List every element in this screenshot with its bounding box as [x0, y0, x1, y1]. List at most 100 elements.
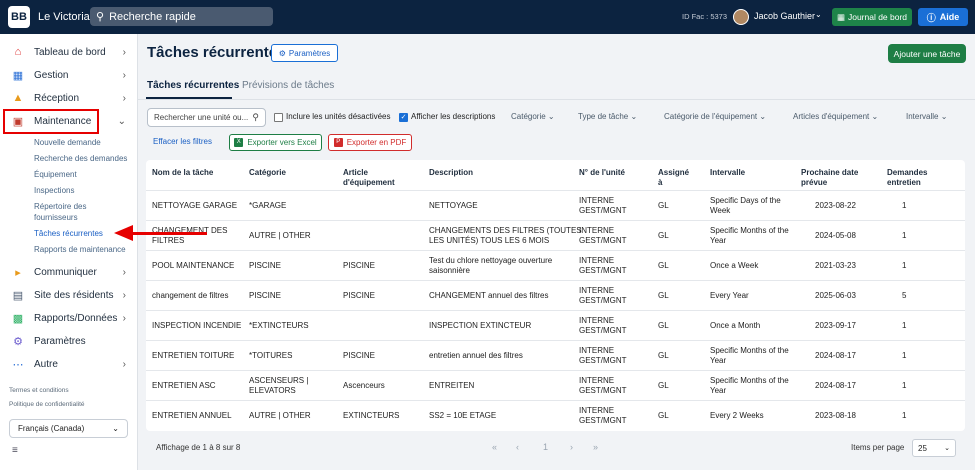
column-header-requests[interactable]: Demandes entretien	[887, 168, 927, 188]
column-header-interval[interactable]: Intervalle	[710, 168, 745, 178]
task-type-dropdown[interactable]: Type de tâche ⌄	[578, 112, 637, 121]
table-row[interactable]: INSPECTION INCENDIE *EXTINCTEURS INSPECTIO…	[146, 310, 965, 340]
cell-text: Specific Months of the	[710, 375, 789, 385]
property-name[interactable]: Le Victoria	[38, 11, 90, 23]
cell-equipment-item: Ascenceurs	[343, 381, 385, 391]
equipment-category-dropdown-label: Catégorie de l'équipement	[664, 112, 758, 121]
chevron-right-icon: ›	[122, 46, 126, 58]
cell-text: entretien annuel des filtres	[429, 350, 523, 360]
column-header-description[interactable]: Description	[429, 168, 473, 178]
cell-text: 2023-08-22	[815, 200, 856, 210]
table-row[interactable]: CHANGEMENT DES FILTRES AUTRE | OTHER CHANGE…	[146, 220, 965, 250]
sidebar-item-residents-site[interactable]: ▤ Site des résidents ›	[0, 284, 138, 306]
first-page-icon[interactable]: «	[492, 442, 497, 452]
sidebar-item-communiquer[interactable]: ▸ Communiquer ›	[0, 261, 138, 283]
last-page-icon[interactable]: »	[593, 442, 598, 452]
table-row[interactable]: POOL MAINTENANCE PISCINE PISCINE Test du ch…	[146, 250, 965, 280]
cell-text: CHANGEMENT annuel des filtres	[429, 290, 549, 300]
avatar[interactable]	[733, 9, 749, 25]
sidebar-item-reports[interactable]: ▩ Rapports/Données ›	[0, 307, 138, 329]
tab-recurring-tasks[interactable]: Tâches récurrentes	[147, 80, 239, 91]
column-header-text: Prochaine date	[801, 168, 859, 177]
cell-next-date: 2023-08-22	[815, 201, 856, 211]
chevron-down-icon: ⌄	[117, 115, 126, 127]
chevron-down-icon[interactable]: ⌄	[815, 10, 822, 19]
sidebar-item-label: Site des résidents	[34, 289, 114, 301]
unit-search-input[interactable]: Rechercher une unité ou... ⚲	[147, 108, 266, 127]
cell-requests: 5	[902, 291, 906, 301]
subnav-maintenance-reports[interactable]: Rapports de maintenance	[34, 245, 126, 254]
table-row[interactable]: changement de filtres PISCINE PISCINE CHANG…	[146, 280, 965, 310]
sidebar-item-dashboard[interactable]: ⌂ Tableau de bord ›	[0, 41, 138, 63]
add-task-button[interactable]: Ajouter une tâche	[888, 44, 966, 63]
equipment-items-dropdown-label: Articles d'équipement	[793, 112, 870, 121]
tab-task-forecast[interactable]: Prévisions de tâches	[242, 80, 334, 91]
cell-text: INTERNE	[579, 225, 615, 235]
journal-button[interactable]: ▦ Journal de bord	[832, 8, 912, 26]
table-row[interactable]: ENTRETIEN TOITURE *TOITURES PISCINE entreti…	[146, 340, 965, 370]
table-row[interactable]: NETTOYAGE GARAGE *GARAGE NETTOYAGE INTERNE G…	[146, 190, 965, 220]
cell-text: GL	[658, 320, 669, 330]
terms-link[interactable]: Termes et conditions	[9, 387, 69, 394]
sidebar-item-label: Tableau de bord	[34, 46, 106, 58]
column-header-text: d'équipement	[343, 178, 395, 187]
subnav-inspections[interactable]: Inspections	[34, 186, 74, 195]
interval-dropdown[interactable]: Intervalle ⌄	[906, 112, 947, 121]
column-header-equipment-item[interactable]: Article d'équipement	[343, 168, 395, 188]
subnav-supplier-directory-line2[interactable]: fournisseurs	[34, 213, 78, 222]
cell-next-date: 2024-08-17	[815, 351, 856, 361]
column-header-task-name[interactable]: Nom de la tâche	[152, 168, 213, 178]
next-page-icon[interactable]: ›	[570, 442, 573, 452]
subnav-search-requests[interactable]: Recherche des demandes	[34, 154, 127, 163]
sidebar-item-settings[interactable]: ⚙ Paramètres	[0, 330, 138, 352]
column-header-category[interactable]: Catégorie	[249, 168, 286, 178]
sidebar-item-reception[interactable]: ▲ Réception ›	[0, 87, 138, 109]
subnav-new-request[interactable]: Nouvelle demande	[34, 138, 101, 147]
include-disabled-label: Inclure les unités désactivées	[286, 112, 391, 121]
show-descriptions-checkbox[interactable]: ✓	[399, 113, 408, 122]
help-button[interactable]: ⓘ Aide	[918, 8, 968, 26]
subnav-recurring-tasks[interactable]: Tâches récurrentes	[34, 229, 103, 238]
current-page[interactable]: 1	[543, 442, 548, 452]
include-disabled-checkbox[interactable]	[274, 113, 283, 122]
user-name[interactable]: Jacob Gauthier	[754, 11, 815, 21]
cell-text: PISCINE	[343, 260, 376, 270]
privacy-link[interactable]: Politique de confidentialité	[9, 401, 85, 408]
cell-text: 2024-05-08	[815, 230, 856, 240]
table-row[interactable]: ENTRETIEN ANNUEL AUTRE | OTHER EXTINCTEURS…	[146, 400, 965, 430]
subnav-supplier-directory[interactable]: Répertoire des	[34, 202, 86, 211]
cell-unit-number: INTERNE GEST/MGNT	[579, 316, 627, 336]
items-per-page-select[interactable]: 25 ⌄	[912, 439, 956, 457]
cell-task-name: ENTRETIEN ANNUEL	[152, 411, 232, 421]
cell-category: ASCENSEURS | ELEVATORS	[249, 376, 308, 396]
equipment-category-dropdown[interactable]: Catégorie de l'équipement ⌄	[664, 112, 766, 121]
sidebar-item-gestion[interactable]: ▦ Gestion ›	[0, 64, 138, 86]
clear-filters-link[interactable]: Effacer les filtres	[153, 137, 212, 146]
megaphone-icon: ▸	[15, 266, 21, 279]
cell-assigned-to: GL	[658, 411, 669, 421]
cell-text: GL	[658, 350, 669, 360]
export-pdf-button[interactable]: P Exporter en PDF	[328, 134, 412, 151]
column-header-unit-number[interactable]: N° de l'unité	[579, 168, 625, 178]
category-dropdown[interactable]: Catégorie ⌄	[511, 112, 555, 121]
table-row[interactable]: ENTRETIEN ASC ASCENSEURS | ELEVATORS Ascenc…	[146, 370, 965, 400]
cell-next-date: 2024-05-08	[815, 231, 856, 241]
prev-page-icon[interactable]: ‹	[516, 442, 519, 452]
settings-button[interactable]: ⚙ Paramètres	[271, 44, 338, 62]
annotation-arrow-head	[114, 225, 133, 241]
collapse-sidebar-icon[interactable]: ≡	[12, 445, 18, 456]
subnav-equipment[interactable]: Équipement	[34, 170, 77, 179]
cell-description: CHANGEMENT annuel des filtres	[429, 291, 548, 301]
cell-interval: Specific Months of the Year	[710, 346, 789, 366]
house-icon: ⌂	[14, 46, 22, 58]
language-select[interactable]: Français (Canada) ⌄	[9, 419, 128, 438]
app-logo[interactable]: BB	[8, 6, 30, 28]
column-header-assigned-to[interactable]: Assigné à	[658, 168, 689, 188]
sidebar-item-other[interactable]: ⋯ Autre ›	[0, 353, 138, 375]
cell-text: PISCINE	[343, 350, 376, 360]
items-per-page-value: 25	[918, 443, 927, 453]
column-header-next-date[interactable]: Prochaine date prévue	[801, 168, 858, 188]
export-excel-button[interactable]: X Exporter vers Excel	[229, 134, 322, 151]
equipment-items-dropdown[interactable]: Articles d'équipement ⌄	[793, 112, 878, 121]
quick-search-input[interactable]: ⚲ Recherche rapide	[90, 7, 273, 26]
